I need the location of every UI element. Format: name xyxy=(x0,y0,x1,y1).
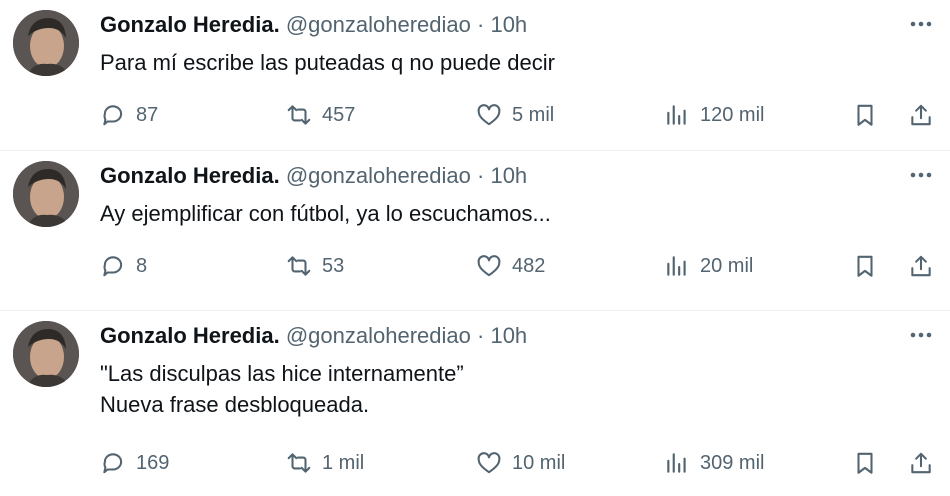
retweet-button[interactable]: 1 mil xyxy=(286,447,364,479)
separator-dot: · xyxy=(477,12,485,37)
views-button[interactable]: 120 mil xyxy=(664,99,764,131)
retweet-button[interactable]: 457 xyxy=(286,99,355,131)
views-icon xyxy=(667,256,686,276)
tweet-text: "Las disculpas las hice internamente” Nu… xyxy=(100,358,464,420)
author-name[interactable]: Gonzalo Heredia. xyxy=(100,323,280,348)
tweet-actions: 87 457 5 mil 120 mil xyxy=(100,99,936,131)
views-icon xyxy=(667,105,686,125)
avatar[interactable] xyxy=(13,161,79,227)
bookmark-icon xyxy=(857,104,873,126)
like-button[interactable]: 10 mil xyxy=(476,447,565,479)
tweet-header: Gonzalo Heredia. @gonzaloherediao · 10h xyxy=(100,322,527,350)
tweet-text: Para mí escribe las puteadas q no puede … xyxy=(100,47,555,78)
bookmark-icon xyxy=(857,452,873,474)
author-name[interactable]: Gonzalo Heredia. xyxy=(100,163,280,188)
like-button[interactable]: 482 xyxy=(476,250,545,282)
view-count: 309 mil xyxy=(700,451,765,474)
tweet-header: Gonzalo Heredia. @gonzaloherediao · 10h xyxy=(100,162,527,190)
separator-dot: · xyxy=(477,163,485,188)
author-name[interactable]: Gonzalo Heredia. xyxy=(100,12,280,37)
avatar[interactable] xyxy=(13,321,79,387)
retweet-icon xyxy=(287,256,311,276)
view-count: 120 mil xyxy=(700,103,765,126)
tweet-header: Gonzalo Heredia. @gonzaloherediao · 10h xyxy=(100,11,527,39)
tweet-actions: 169 1 mil 10 mil 309 mil xyxy=(100,447,936,479)
like-count: 10 mil xyxy=(512,451,566,474)
share-button[interactable] xyxy=(908,447,934,479)
retweet-icon xyxy=(287,105,311,125)
share-icon xyxy=(911,452,931,474)
reply-icon xyxy=(103,453,123,474)
reply-button[interactable]: 87 xyxy=(100,99,158,131)
author-handle[interactable]: @gonzaloherediao xyxy=(286,323,471,348)
reply-button[interactable]: 169 xyxy=(100,447,169,479)
tweet-text: Ay ejemplificar con fútbol, ya lo escuch… xyxy=(100,198,551,229)
timestamp[interactable]: 10h xyxy=(490,323,527,348)
like-button[interactable]: 5 mil xyxy=(476,99,554,131)
reply-icon xyxy=(103,256,123,277)
retweet-count: 457 xyxy=(322,103,356,126)
bookmark-button[interactable] xyxy=(852,99,878,131)
tweet-text-line: "Las disculpas las hice internamente” xyxy=(100,361,464,386)
views-button[interactable]: 20 mil xyxy=(664,250,753,282)
share-button[interactable] xyxy=(908,250,934,282)
separator-dot: · xyxy=(477,323,485,348)
author-handle[interactable]: @gonzaloherediao xyxy=(286,163,471,188)
retweet-count: 53 xyxy=(322,254,345,277)
views-icon xyxy=(667,453,686,473)
tweet[interactable]: Gonzalo Heredia. @gonzaloherediao · 10h … xyxy=(0,151,950,311)
bookmark-icon xyxy=(857,255,873,277)
like-count: 482 xyxy=(512,254,546,277)
reply-icon xyxy=(103,105,123,126)
retweet-icon xyxy=(287,453,311,473)
reply-button[interactable]: 8 xyxy=(100,250,147,282)
retweet-count: 1 mil xyxy=(322,451,365,474)
bookmark-button[interactable] xyxy=(852,250,878,282)
more-icon[interactable] xyxy=(906,10,936,38)
share-button[interactable] xyxy=(908,99,934,131)
author-handle[interactable]: @gonzaloherediao xyxy=(286,12,471,37)
heart-icon xyxy=(477,452,501,474)
tweet[interactable]: Gonzalo Heredia. @gonzaloherediao · 10h … xyxy=(0,0,950,151)
avatar[interactable] xyxy=(13,10,79,76)
more-icon[interactable] xyxy=(906,321,936,349)
reply-count: 8 xyxy=(136,254,148,277)
share-icon xyxy=(911,104,931,126)
view-count: 20 mil xyxy=(700,254,754,277)
tweet-text-line: Para mí escribe las puteadas q no puede … xyxy=(100,50,555,75)
heart-icon xyxy=(477,104,501,126)
tweet-actions: 8 53 482 20 mil xyxy=(100,250,936,282)
tweet-text-line: Ay ejemplificar con fútbol, ya lo escuch… xyxy=(100,201,551,226)
views-button[interactable]: 309 mil xyxy=(664,447,764,479)
timestamp[interactable]: 10h xyxy=(490,12,527,37)
bookmark-button[interactable] xyxy=(852,447,878,479)
heart-icon xyxy=(477,255,501,277)
retweet-button[interactable]: 53 xyxy=(286,250,344,282)
tweet[interactable]: Gonzalo Heredia. @gonzaloherediao · 10h … xyxy=(0,311,950,496)
more-icon[interactable] xyxy=(906,161,936,189)
timestamp[interactable]: 10h xyxy=(490,163,527,188)
reply-count: 87 xyxy=(136,103,159,126)
tweet-text-line: Nueva frase desbloqueada. xyxy=(100,392,370,417)
reply-count: 169 xyxy=(136,451,170,474)
like-count: 5 mil xyxy=(512,103,555,126)
share-icon xyxy=(911,255,931,277)
